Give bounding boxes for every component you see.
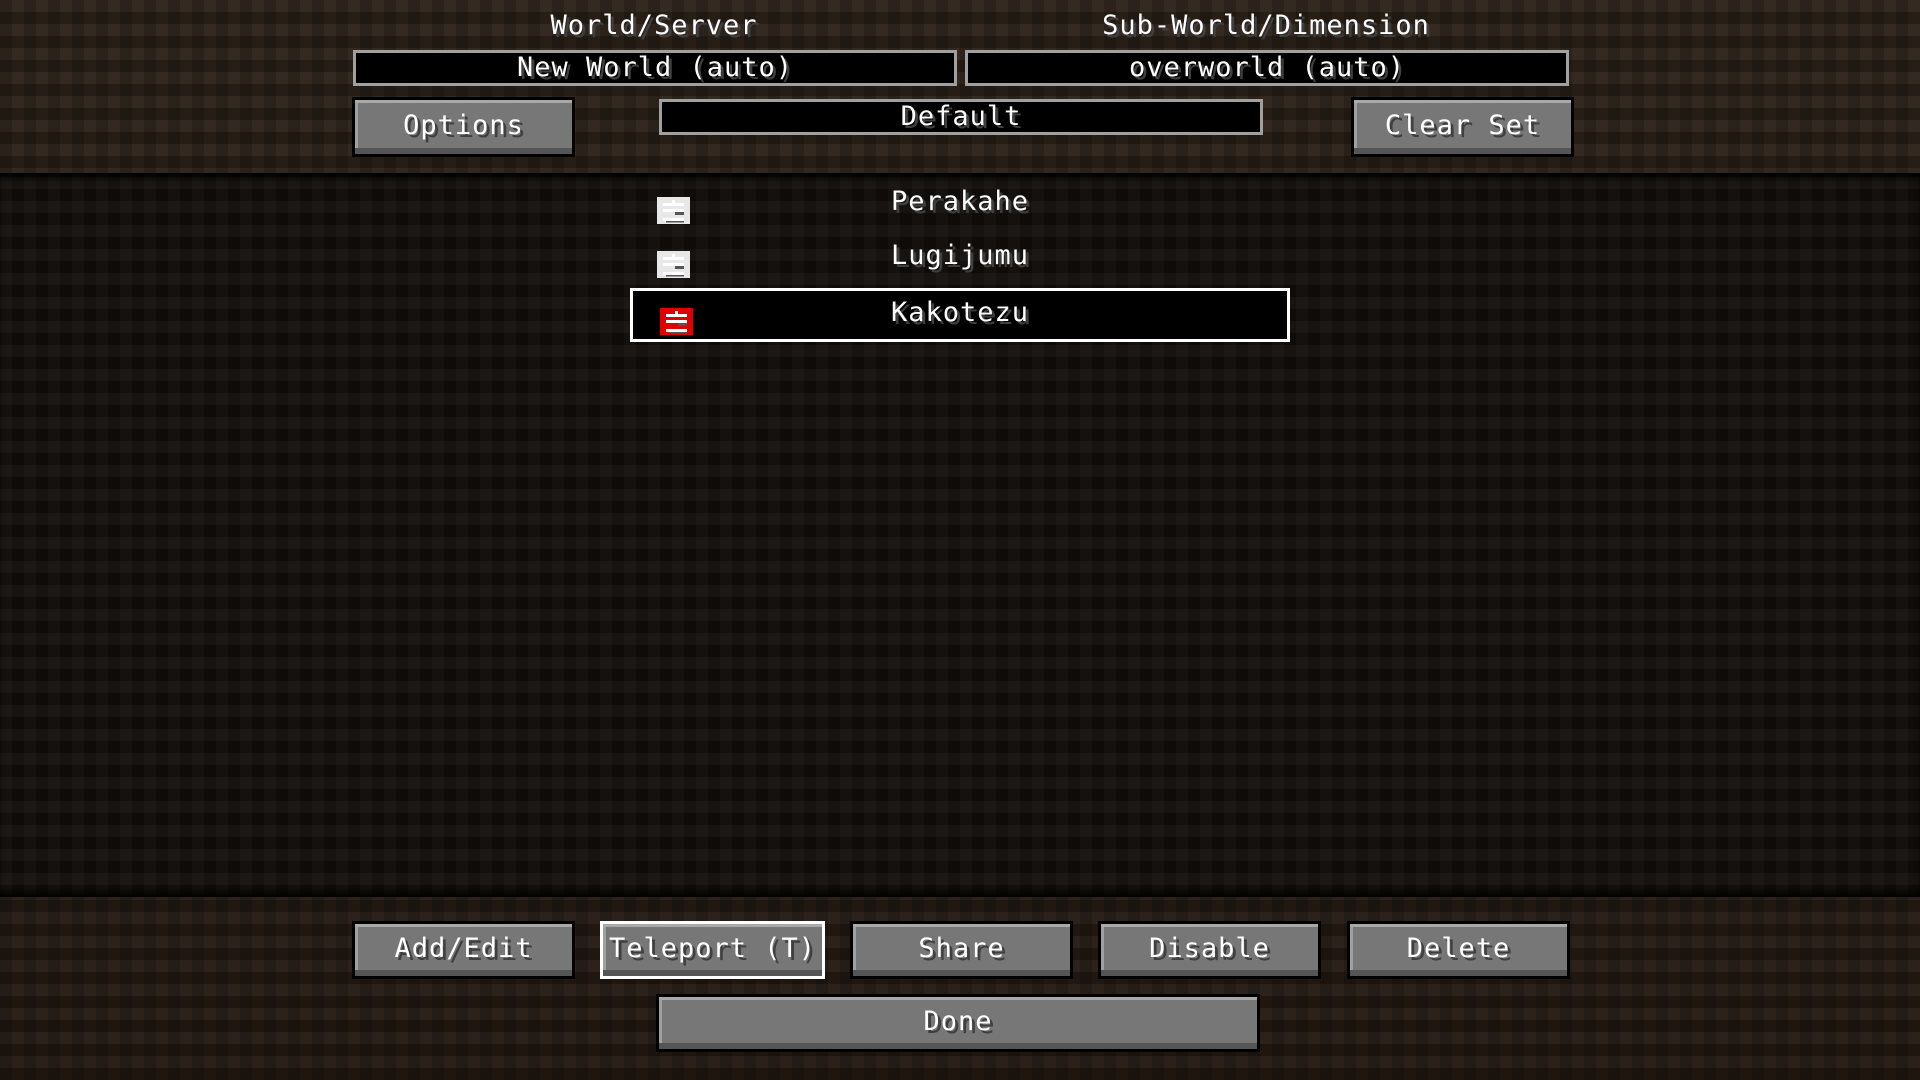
teleport-button[interactable]: Teleport (T) bbox=[600, 921, 825, 979]
delete-button[interactable]: Delete bbox=[1347, 921, 1570, 979]
subworld-dimension-field[interactable]: overworld (auto) bbox=[965, 50, 1569, 86]
share-button-label: Share bbox=[918, 933, 1005, 964]
add-edit-button-label: Add/Edit bbox=[394, 933, 533, 964]
waypoint-name: Kakotezu bbox=[890, 297, 1030, 328]
world-server-value: New World (auto) bbox=[516, 52, 794, 83]
disable-button[interactable]: Disable bbox=[1098, 921, 1321, 979]
teleport-button-label: Teleport (T) bbox=[608, 933, 817, 964]
options-button-label: Options bbox=[403, 110, 524, 141]
waypoint-list[interactable]: Perakahe Lugijumu Kakotezu bbox=[0, 173, 1920, 897]
done-button-label: Done bbox=[923, 1006, 993, 1037]
world-server-label: World/Server bbox=[550, 10, 758, 41]
subworld-dimension-value: overworld (auto) bbox=[1128, 52, 1406, 83]
waypoint-name: Lugijumu bbox=[890, 240, 1030, 271]
disable-button-label: Disable bbox=[1149, 933, 1270, 964]
add-edit-button[interactable]: Add/Edit bbox=[352, 921, 575, 979]
waypoint-row[interactable]: Lugijumu bbox=[630, 234, 1290, 288]
subworld-dimension-label: Sub-World/Dimension bbox=[1102, 10, 1430, 41]
waypoint-row[interactable]: Perakahe bbox=[630, 180, 1290, 234]
waypoint-set-value: Default bbox=[900, 101, 1022, 132]
clear-set-button-label: Clear Set bbox=[1384, 110, 1541, 141]
options-button[interactable]: Options bbox=[352, 97, 575, 157]
clear-set-button[interactable]: Clear Set bbox=[1351, 97, 1574, 157]
delete-button-label: Delete bbox=[1406, 933, 1511, 964]
done-button[interactable]: Done bbox=[656, 994, 1260, 1052]
waypoint-row[interactable]: Kakotezu bbox=[630, 288, 1290, 342]
waypoint-name: Perakahe bbox=[890, 186, 1030, 217]
waypoint-set-field[interactable]: Default bbox=[659, 99, 1263, 135]
world-server-field[interactable]: New World (auto) bbox=[353, 50, 957, 86]
share-button[interactable]: Share bbox=[850, 921, 1073, 979]
